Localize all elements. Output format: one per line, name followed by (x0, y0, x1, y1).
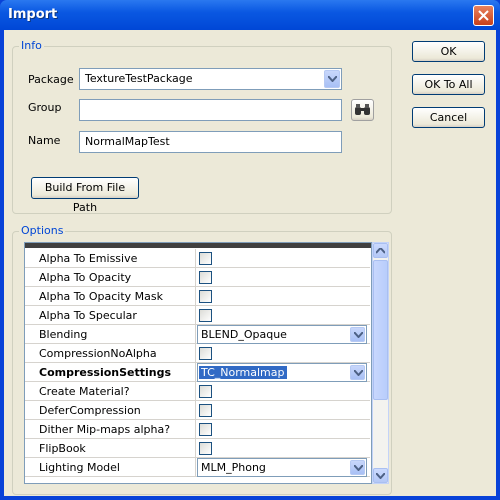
property-row-alpha-to-opacity: Alpha To Opacity (25, 268, 370, 287)
property-row-lighting-model: Lighting Model MLM_Phong (25, 458, 370, 477)
package-dropdown-arrow[interactable] (324, 70, 340, 88)
property-row-create-material: Create Material? (25, 382, 370, 401)
cancel-button[interactable]: Cancel (412, 107, 485, 128)
window-title: Import (8, 7, 58, 22)
property-checkbox[interactable] (199, 404, 212, 417)
group-label: Group (28, 101, 62, 114)
chevron-down-icon (376, 473, 385, 479)
compression-settings-dropdown[interactable]: TC_Normalmap (197, 363, 367, 382)
property-checkbox[interactable] (199, 252, 212, 265)
lighting-model-dropdown[interactable]: MLM_Phong (197, 458, 367, 477)
property-name: CompressionSettings (39, 366, 172, 379)
property-checkbox[interactable] (199, 423, 212, 436)
property-row-compression-no-alpha: CompressionNoAlpha (25, 344, 370, 363)
options-scrollbar[interactable] (372, 242, 389, 484)
chevron-down-icon (328, 76, 337, 82)
compression-settings-dropdown-arrow[interactable] (350, 365, 365, 380)
property-name: FlipBook (39, 442, 86, 455)
property-row-blending: Blending BLEND_Opaque (25, 325, 370, 344)
title-bar[interactable]: Import (0, 0, 500, 30)
chevron-down-icon (354, 370, 363, 376)
group-field[interactable] (79, 99, 342, 121)
compression-settings-value: TC_Normalmap (199, 366, 287, 379)
name-value: NormalMapTest (85, 135, 170, 148)
scroll-up-button[interactable] (373, 243, 388, 258)
property-row-alpha-to-opacity-mask: Alpha To Opacity Mask (25, 287, 370, 306)
chevron-up-icon (376, 248, 385, 254)
property-row-alpha-to-emissive: Alpha To Emissive (25, 249, 370, 268)
blending-dropdown[interactable]: BLEND_Opaque (197, 325, 367, 344)
browse-button[interactable] (351, 99, 374, 121)
blending-value: BLEND_Opaque (201, 328, 287, 341)
options-property-grid[interactable]: Alpha To Emissive Alpha To Opacity Alpha… (24, 242, 372, 484)
chevron-down-icon (354, 465, 363, 471)
scroll-thumb[interactable] (373, 260, 388, 400)
property-checkbox[interactable] (199, 290, 212, 303)
property-row-flipbook: FlipBook (25, 439, 370, 458)
property-row-dither-mipmaps-alpha: Dither Mip-maps alpha? (25, 420, 370, 439)
property-name: Alpha To Specular (39, 309, 137, 322)
scroll-down-button[interactable] (373, 468, 388, 483)
chevron-down-icon (354, 332, 363, 338)
grid-header (25, 243, 371, 248)
property-name: Alpha To Opacity (39, 271, 132, 284)
property-name: Lighting Model (39, 461, 120, 474)
property-row-compression-settings: CompressionSettings TC_Normalmap (25, 363, 370, 382)
package-label: Package (28, 73, 74, 86)
info-group: Info Package TextureTestPackage Group Na… (12, 39, 392, 214)
info-legend: Info (19, 39, 44, 52)
property-name: Alpha To Emissive (39, 252, 138, 265)
blending-dropdown-arrow[interactable] (350, 327, 365, 342)
close-button[interactable] (473, 5, 494, 26)
lighting-model-value: MLM_Phong (201, 461, 266, 474)
property-name: Dither Mip-maps alpha? (39, 423, 171, 436)
ok-to-all-button[interactable]: OK To All (412, 74, 485, 95)
property-checkbox[interactable] (199, 442, 212, 455)
property-row-defer-compression: DeferCompression (25, 401, 370, 420)
lighting-model-dropdown-arrow[interactable] (350, 460, 365, 475)
name-label: Name (28, 134, 61, 147)
options-legend: Options (19, 224, 66, 237)
package-dropdown[interactable]: TextureTestPackage (79, 68, 342, 90)
build-from-file-path-button[interactable]: Build From File Path (31, 177, 139, 214)
property-name: CompressionNoAlpha (39, 347, 157, 360)
property-name: Create Material? (39, 385, 130, 398)
name-field[interactable]: NormalMapTest (79, 131, 342, 153)
property-name: DeferCompression (39, 404, 141, 417)
property-row-alpha-to-specular: Alpha To Specular (25, 306, 370, 325)
property-checkbox[interactable] (199, 271, 212, 284)
dialog-body: Info Package TextureTestPackage Group Na… (4, 30, 496, 496)
ok-button[interactable]: OK (412, 41, 485, 62)
import-dialog: Import Info Package TextureTestPackage G… (0, 0, 500, 500)
property-name: Blending (39, 328, 88, 341)
property-checkbox[interactable] (199, 385, 212, 398)
close-icon (478, 10, 489, 21)
property-checkbox[interactable] (199, 347, 212, 360)
property-name: Alpha To Opacity Mask (39, 290, 163, 303)
property-checkbox[interactable] (199, 309, 212, 322)
package-value: TextureTestPackage (85, 72, 193, 85)
binoculars-icon (355, 104, 370, 115)
